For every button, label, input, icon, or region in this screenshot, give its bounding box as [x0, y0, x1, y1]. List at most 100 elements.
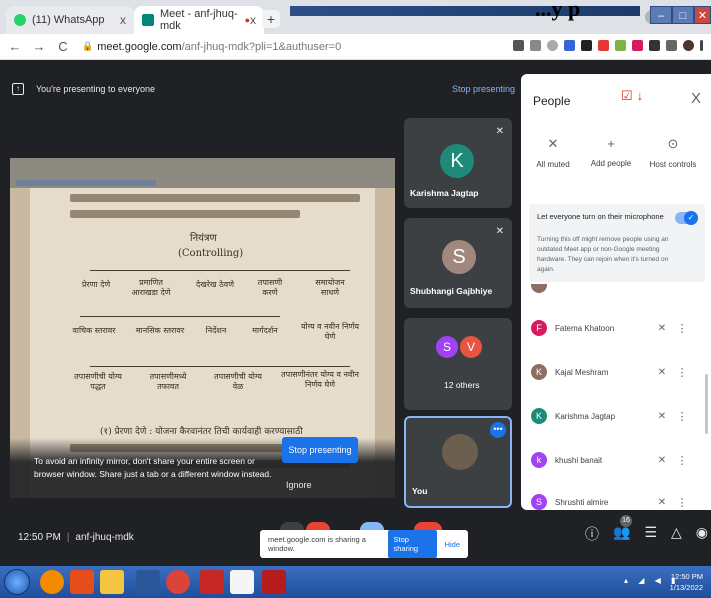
- reading-list-icon[interactable]: [666, 40, 677, 51]
- add-people-control[interactable]: + Add people: [579, 136, 643, 168]
- extension-red-icon[interactable]: [598, 40, 609, 51]
- tree-node: देखरेख ठेवणे: [195, 280, 235, 289]
- text-line: [70, 194, 360, 202]
- tab-close-icon[interactable]: x: [120, 13, 126, 27]
- chat-icon[interactable]: ☰: [644, 524, 657, 544]
- avatar: k: [531, 452, 547, 468]
- more-vert-icon[interactable]: ⋮: [673, 322, 691, 335]
- extension-dark-icon[interactable]: [581, 40, 592, 51]
- extension-green-icon[interactable]: [615, 40, 626, 51]
- list-item[interactable]: F Fatema Khatoon ✕ ⋮: [531, 318, 701, 338]
- tree-rule: [90, 366, 350, 367]
- pdf-reader-icon[interactable]: [262, 570, 286, 594]
- microphone-setting: Let everyone turn on their microphone ✓ …: [529, 204, 705, 282]
- browser-tab-bar: (11) WhatsApp x Meet - anf-jhuq-mdk ● x …: [0, 0, 711, 34]
- extension-pink-icon[interactable]: [632, 40, 643, 51]
- scrollbar[interactable]: [705, 374, 708, 434]
- document-icon[interactable]: [230, 570, 254, 594]
- chrome-icon[interactable]: [166, 570, 190, 594]
- mic-toggle[interactable]: ✓: [675, 211, 698, 225]
- avatar: F: [531, 320, 547, 336]
- window-close-icon[interactable]: ✕: [694, 6, 711, 24]
- list-item[interactable]: S Shrushti almire ✕ ⋮: [531, 492, 701, 510]
- extension-icons: [513, 40, 703, 51]
- doc-paragraph: (१) प्रेरणा देणे : योजना कैरवानंतर तिची …: [100, 427, 303, 437]
- star-icon[interactable]: [547, 40, 558, 51]
- self-video-thumbnail: [442, 434, 478, 470]
- list-item-partial[interactable]: [531, 284, 701, 296]
- participant-tile[interactable]: ✕ S Shubhangi Gajbhiye: [404, 218, 512, 308]
- others-tile[interactable]: S V 12 others: [404, 318, 512, 410]
- close-panel-button[interactable]: X: [691, 90, 701, 107]
- host-controls-icon: ⊙: [667, 136, 679, 151]
- meet-icon: [142, 14, 154, 26]
- more-vert-icon[interactable]: ⋮: [673, 454, 691, 467]
- vlc-icon[interactable]: [70, 570, 94, 594]
- menu-dots-icon[interactable]: [700, 40, 703, 51]
- mic-off-icon: ✕: [547, 136, 559, 151]
- meeting-code: anf-jhuq-mdk: [75, 532, 134, 543]
- ignore-button[interactable]: Ignore: [286, 480, 312, 490]
- app-red-icon[interactable]: [200, 570, 224, 594]
- host-controls-control[interactable]: ⊙ Host controls: [641, 136, 705, 169]
- tree-node: समायोजन साधणे: [315, 278, 345, 297]
- stop-sharing-button[interactable]: Stop sharing: [387, 530, 437, 558]
- tree-node: प्रेरणा देणे: [81, 280, 111, 289]
- tree-node: मानसिक स्तरावर: [135, 326, 185, 335]
- tab-whatsapp[interactable]: (11) WhatsApp x: [6, 6, 134, 34]
- participant-tile[interactable]: ✕ K Karishma Jagtap: [404, 118, 512, 208]
- tab-close-icon[interactable]: x: [250, 13, 256, 27]
- self-tile[interactable]: ••• You: [404, 416, 512, 508]
- window-controls: – □: [650, 6, 694, 24]
- back-arrow-icon[interactable]: ←: [6, 39, 24, 54]
- mic-off-icon: ✕: [657, 410, 667, 422]
- system-clock[interactable]: 12:50 PM 1/13/2022: [670, 571, 703, 593]
- start-button[interactable]: [4, 569, 30, 595]
- list-item[interactable]: K Kajal Meshram ✕ ⋮: [531, 362, 701, 382]
- more-vert-icon[interactable]: ⋮: [673, 496, 691, 509]
- leave-call-edge[interactable]: [414, 522, 442, 530]
- list-item[interactable]: K Karishma Jagtap ✕ ⋮: [531, 406, 701, 426]
- mic-button-edge[interactable]: [280, 522, 304, 530]
- reload-icon[interactable]: C: [54, 39, 72, 54]
- meeting-side-controls: ⓘ 👥 ☰ △ ◉: [585, 524, 708, 544]
- mic-setting-description: Turning this off might remove people usi…: [537, 236, 669, 273]
- check-icon: ✓: [684, 211, 698, 225]
- all-muted-control[interactable]: ✕ All muted: [521, 136, 585, 169]
- stop-presenting-link[interactable]: Stop presenting: [452, 84, 515, 94]
- forward-arrow-icon[interactable]: →: [30, 39, 48, 54]
- new-tab-button[interactable]: +: [262, 10, 280, 28]
- word-icon[interactable]: [136, 570, 160, 594]
- more-options-icon[interactable]: •••: [490, 422, 506, 438]
- tab-meet[interactable]: Meet - anf-jhuq-mdk ● x: [134, 6, 264, 34]
- stop-presenting-button[interactable]: Stop presenting: [282, 437, 358, 463]
- maximize-icon[interactable]: □: [672, 6, 694, 24]
- profile-avatar-icon[interactable]: [683, 40, 694, 51]
- share-icon[interactable]: [530, 40, 541, 51]
- screen-share-notice: meet.google.com is sharing a window. Sto…: [260, 530, 468, 558]
- infinity-mirror-warning: To avoid an infinity mirror, don't share…: [34, 456, 272, 479]
- more-vert-icon[interactable]: ⋮: [673, 410, 691, 423]
- puzzle-icon[interactable]: [649, 40, 660, 51]
- host-lock-icon[interactable]: ◉: [696, 524, 708, 544]
- file-explorer-icon[interactable]: [100, 570, 124, 594]
- info-icon[interactable]: ⓘ: [585, 524, 599, 544]
- text-line: [70, 210, 300, 218]
- people-icon[interactable]: 👥: [613, 524, 630, 544]
- camera-button-edge[interactable]: [306, 522, 330, 530]
- hide-button[interactable]: Hide: [445, 540, 460, 549]
- camera-icon[interactable]: [513, 40, 524, 51]
- shared-window-toolbar: [10, 158, 395, 188]
- activities-icon[interactable]: △: [671, 524, 682, 544]
- present-button-edge[interactable]: [360, 522, 384, 530]
- more-vert-icon[interactable]: ⋮: [673, 366, 691, 379]
- extension-blue-icon[interactable]: [564, 40, 575, 51]
- avatar: V: [460, 336, 482, 358]
- media-player-icon[interactable]: [40, 570, 64, 594]
- tab-title: (11) WhatsApp: [32, 14, 105, 26]
- minimize-icon[interactable]: –: [650, 6, 672, 24]
- check-box-icon: ☑: [621, 88, 633, 103]
- person-name: Karishma Jagtap: [555, 411, 616, 421]
- list-item[interactable]: k khushi banait ✕ ⋮: [531, 450, 701, 470]
- url-field[interactable]: 🔒 meet.google.com /anf-jhuq-mdk?pli=1&au…: [82, 41, 341, 53]
